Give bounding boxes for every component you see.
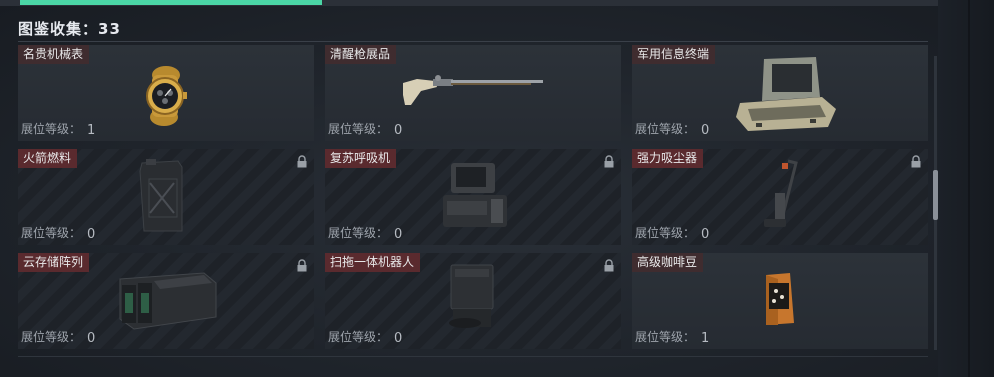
level-label: 展位等级： [328, 330, 389, 344]
lock-icon [297, 259, 307, 272]
item-name: 军用信息终端 [632, 45, 716, 64]
level-label: 展位等级： [635, 226, 696, 240]
level-value: 0 [394, 331, 403, 346]
level-value: 0 [701, 227, 710, 242]
collection-card-coffee[interactable]: 高级咖啡豆 展位等级： 1 [632, 253, 928, 349]
lock-icon [604, 259, 614, 272]
level-value: 0 [87, 331, 96, 346]
level-label: 展位等级： [328, 226, 389, 240]
lock-icon [604, 155, 614, 168]
level-value: 1 [701, 331, 710, 346]
lock-icon [297, 155, 307, 168]
level-value: 0 [87, 227, 96, 242]
collection-card-robot[interactable]: 扫拖一体机器人 展位等级： 0 [325, 253, 621, 349]
collection-card-watch[interactable]: 名贵机械表 展位等级： 1 [18, 45, 314, 141]
level-label: 展位等级： [635, 122, 696, 136]
collection-card-storage[interactable]: 云存储阵列 展位等级： 0 [18, 253, 314, 349]
collection-card-rifle[interactable]: 清醒枪展品 展位等级： 0 [325, 45, 621, 141]
level-value: 1 [87, 123, 96, 138]
item-name: 高级咖啡豆 [632, 253, 704, 272]
level-label: 展位等级： [21, 330, 82, 344]
item-name: 名贵机械表 [18, 45, 90, 64]
lock-icon [911, 155, 921, 168]
level-label: 展位等级： [328, 122, 389, 136]
level-label: 展位等级： [635, 330, 696, 344]
item-name: 云存储阵列 [18, 253, 90, 272]
item-name: 复苏呼吸机 [325, 149, 397, 168]
side-panel-divider [968, 0, 970, 377]
side-panel [938, 0, 994, 377]
item-name: 清醒枪展品 [325, 45, 397, 64]
item-name: 火箭燃料 [18, 149, 78, 168]
collection-card-vacuum[interactable]: 强力吸尘器 展位等级： 0 [632, 149, 928, 245]
level-value: 0 [394, 227, 403, 242]
collection-card-fuel[interactable]: 火箭燃料 展位等级： 0 [18, 149, 314, 245]
collection-grid: 名贵机械表 展位等级： 1 清醒枪展品 展位等级： 0 军用信息终端 展位等级：… [18, 0, 928, 377]
level-value: 0 [701, 123, 710, 138]
collection-card-ventilator[interactable]: 复苏呼吸机 展位等级： 0 [325, 149, 621, 245]
footer-divider [18, 356, 928, 357]
level-label: 展位等级： [21, 122, 82, 136]
collection-card-terminal[interactable]: 军用信息终端 展位等级： 0 [632, 45, 928, 141]
item-name: 强力吸尘器 [632, 149, 704, 168]
collection-screen: 图鉴收集：33 名贵机械表 展位等级： 1 清醒枪展品 展位等级： 0 军用信息… [0, 0, 994, 377]
level-value: 0 [394, 123, 403, 138]
item-name: 扫拖一体机器人 [325, 253, 421, 272]
level-label: 展位等级： [21, 226, 82, 240]
